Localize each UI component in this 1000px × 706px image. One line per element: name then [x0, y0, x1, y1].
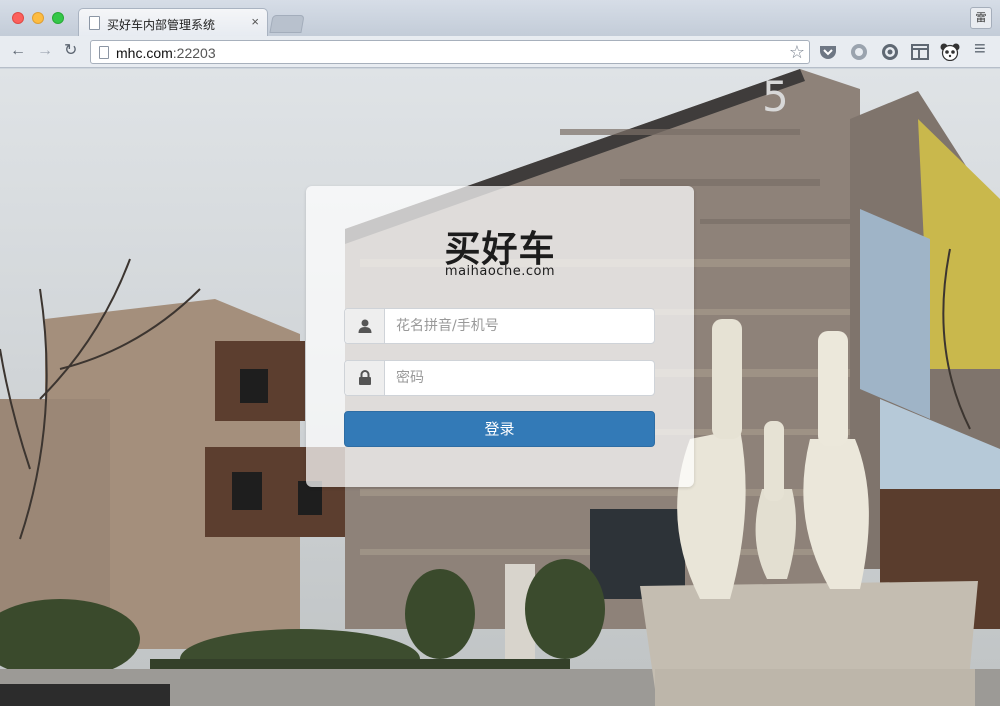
minimize-window-button[interactable] [32, 12, 44, 24]
login-page: 5 买好车 maihaoche.com 花名拼音/手机号 登录 [0, 69, 1000, 706]
lock-icon [345, 361, 385, 395]
forward-arrow-icon[interactable]: → [37, 43, 53, 59]
brand-domain: maihaoche.com [444, 264, 556, 279]
password-field [344, 360, 655, 396]
menu-icon[interactable]: ≡ [974, 39, 986, 59]
layout-icon[interactable] [910, 42, 930, 62]
building-number: 5 [762, 72, 789, 121]
tab-close-icon[interactable]: × [251, 15, 259, 29]
username-field [344, 308, 655, 344]
browser-title-bar: 买好车内部管理系统 × 雷 [0, 0, 1000, 36]
new-tab-button[interactable] [269, 15, 305, 33]
username-input[interactable] [386, 309, 654, 343]
browser-toolbar: ← → ↻ mhc.com:22203 ☆ ≡ [0, 36, 1000, 68]
reload-icon[interactable]: ↻ [64, 43, 77, 59]
url-text[interactable]: mhc.com:22203 [116, 45, 216, 61]
page-icon [89, 16, 100, 30]
pocket-icon[interactable] [818, 42, 838, 62]
browser-tab-active[interactable]: 买好车内部管理系统 × [78, 8, 268, 36]
password-input[interactable] [386, 361, 654, 395]
page-icon [99, 46, 109, 59]
maximize-window-button[interactable] [52, 12, 64, 24]
login-button[interactable]: 登录 [344, 411, 655, 447]
user-icon [345, 309, 385, 343]
back-arrow-icon[interactable]: ← [10, 43, 26, 59]
bookmark-star-icon[interactable]: ☆ [789, 42, 805, 62]
circle-icon[interactable] [849, 42, 869, 62]
close-window-button[interactable] [12, 12, 24, 24]
tab-title: 买好车内部管理系统 [107, 18, 216, 32]
firefox-icon[interactable] [880, 42, 900, 62]
panda-icon[interactable] [940, 42, 960, 62]
address-bar[interactable]: mhc.com:22203 ☆ [90, 40, 810, 64]
profile-button[interactable]: 雷 [970, 7, 992, 29]
login-panel: 买好车 maihaoche.com 登录 [306, 186, 694, 487]
